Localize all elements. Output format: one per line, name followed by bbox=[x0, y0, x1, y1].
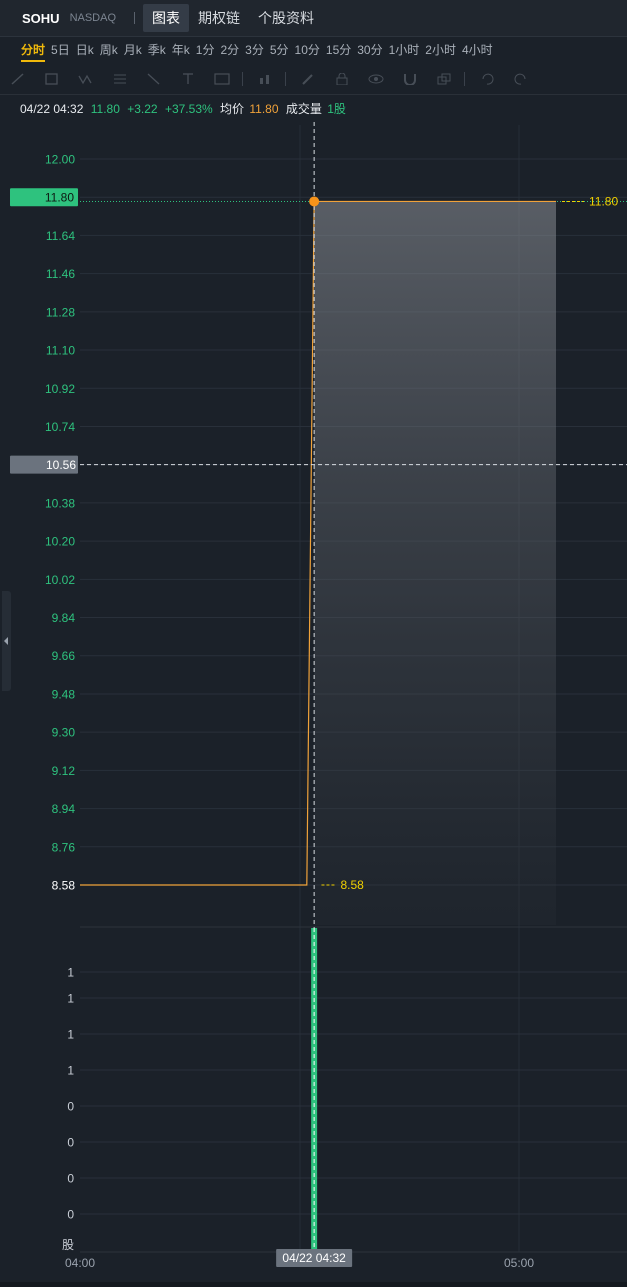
volume-tick-label: 0 bbox=[67, 1100, 74, 1114]
price-tick-label: 10.20 bbox=[45, 535, 75, 549]
volume-tick-label: 0 bbox=[67, 1136, 74, 1150]
volume-tick-label: 1 bbox=[67, 992, 74, 1006]
price-tick-label: 8.58 bbox=[52, 879, 76, 893]
price-tick-label: 8.76 bbox=[52, 840, 76, 854]
price-tick-label: 9.12 bbox=[52, 764, 76, 778]
price-area-fill bbox=[314, 201, 556, 925]
price-tick-label: 9.48 bbox=[52, 687, 76, 701]
price-tick-label: 10.38 bbox=[45, 496, 75, 510]
low-price-label: 8.58 bbox=[340, 878, 364, 892]
x-tick-label: 05:00 bbox=[504, 1256, 534, 1270]
last-price-label: 11.80 bbox=[589, 194, 618, 208]
price-tick-label: 10.92 bbox=[45, 382, 75, 396]
crosshair-price-tag-label: 10.56 bbox=[46, 458, 76, 472]
volume-unit-label: 股 bbox=[62, 1238, 74, 1252]
volume-tick-label: 1 bbox=[67, 1028, 74, 1042]
price-tick-label: 9.66 bbox=[52, 649, 76, 663]
price-point-marker bbox=[309, 196, 320, 207]
x-tick-label: 04:00 bbox=[65, 1256, 95, 1270]
price-tick-label: 12.00 bbox=[45, 153, 75, 167]
price-tick-label: 9.30 bbox=[52, 726, 76, 740]
price-tick-label: 11.10 bbox=[46, 344, 75, 358]
last-price-tag-label: 11.80 bbox=[45, 191, 74, 205]
volume-tick-label: 1 bbox=[67, 1064, 74, 1078]
bottom-edge bbox=[0, 1282, 627, 1287]
volume-tick-label: 1 bbox=[67, 966, 74, 980]
volume-tick-label: 0 bbox=[67, 1208, 74, 1222]
price-tick-label: 8.94 bbox=[52, 802, 76, 816]
price-tick-label: 11.64 bbox=[46, 229, 75, 243]
intraday-chart[interactable]: 12.00 11.80 11.64 11.46 11.28 11.10 10.92 10.74… bbox=[0, 0, 627, 1287]
price-tick-label: 11.28 bbox=[46, 305, 75, 319]
price-tick-label: 10.02 bbox=[45, 573, 75, 587]
price-tick-label: 11.46 bbox=[46, 267, 75, 281]
volume-tick-label: 0 bbox=[67, 1172, 74, 1186]
price-tick-label: 10.74 bbox=[45, 420, 75, 434]
crosshair-time-label: 04/22 04:32 bbox=[282, 1251, 346, 1265]
price-tick-label: 9.84 bbox=[52, 611, 76, 625]
